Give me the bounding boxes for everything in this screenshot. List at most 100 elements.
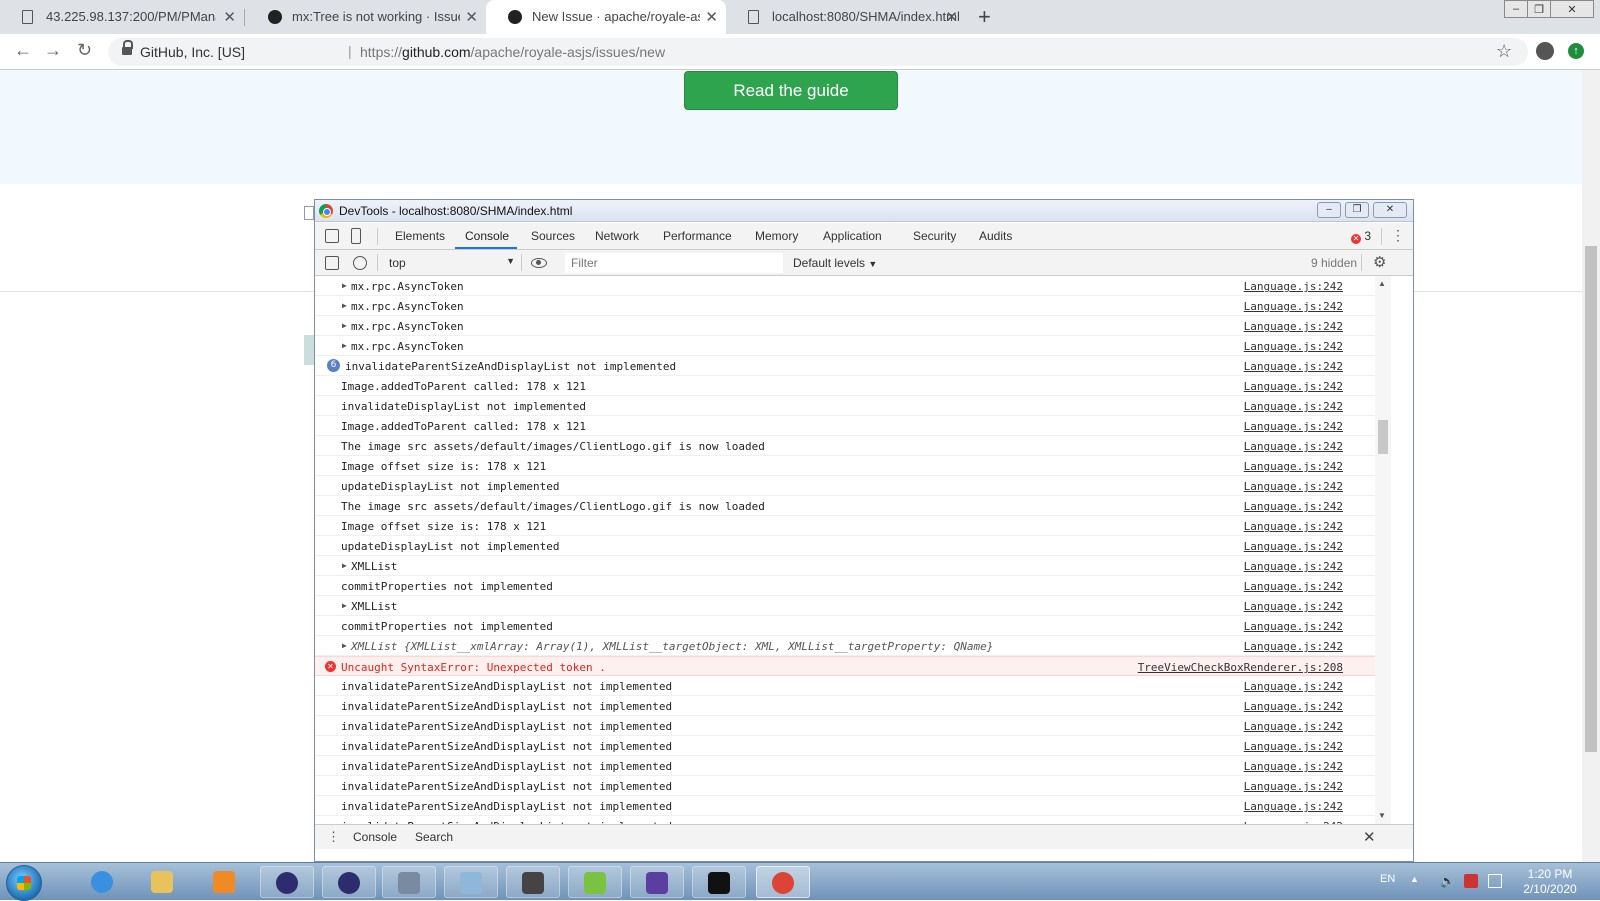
restore-button[interactable]: ❐ bbox=[1527, 0, 1551, 18]
console-scrollbar[interactable]: ▲ ▼ bbox=[1375, 276, 1391, 824]
source-link[interactable]: Language.js:242 bbox=[1244, 380, 1343, 393]
source-link[interactable]: Language.js:242 bbox=[1244, 360, 1343, 373]
source-link[interactable]: Language.js:242 bbox=[1244, 400, 1343, 413]
source-link[interactable]: Language.js:242 bbox=[1244, 760, 1343, 773]
taskbar-visual-studio-button[interactable] bbox=[630, 866, 684, 898]
console-message-row[interactable]: invalidateParentSizeAndDisplayList not i… bbox=[315, 676, 1375, 696]
log-levels-dropdown[interactable]: Default levels ▼ bbox=[793, 256, 877, 270]
flag-icon[interactable] bbox=[1464, 874, 1478, 888]
drawer-tab-console[interactable]: Console bbox=[353, 830, 397, 844]
update-icon[interactable]: ↑ bbox=[1568, 43, 1584, 59]
minimize-button[interactable]: – bbox=[1504, 0, 1528, 18]
more-options-icon[interactable]: ⋮ bbox=[1391, 227, 1405, 244]
console-settings-gear-icon[interactable]: ⚙ bbox=[1373, 253, 1386, 271]
new-tab-button[interactable]: + bbox=[978, 4, 991, 30]
console-error-row[interactable]: ✕ Uncaught SyntaxError: Unexpected token … bbox=[315, 656, 1375, 676]
console-message-row[interactable]: ▶ XMLList Language.js:242 bbox=[315, 596, 1375, 616]
network-icon[interactable] bbox=[1488, 874, 1502, 888]
expand-triangle-icon[interactable]: ▶ bbox=[342, 281, 347, 290]
source-link[interactable]: Language.js:242 bbox=[1244, 600, 1343, 613]
close-window-button[interactable]: ✕ bbox=[1550, 0, 1594, 18]
source-link[interactable]: Language.js:242 bbox=[1244, 720, 1343, 733]
console-message-row[interactable]: invalidateDisplayList not implemented Lan… bbox=[315, 396, 1375, 416]
source-link[interactable]: Language.js:242 bbox=[1244, 700, 1343, 713]
source-link[interactable]: Language.js:242 bbox=[1244, 520, 1343, 533]
expand-triangle-icon[interactable]: ▶ bbox=[342, 321, 347, 330]
browser-tab[interactable]: 43.225.98.137:200/PM/PManager ✕ bbox=[0, 0, 244, 34]
console-message-row[interactable]: ▶ mx.rpc.AsyncToken Language.js:242 bbox=[315, 316, 1375, 336]
tab-console[interactable]: Console bbox=[465, 229, 509, 243]
console-message-row[interactable]: Image.addedToParent called: 178 x 121 Lan… bbox=[315, 376, 1375, 396]
taskbar-media-player-button[interactable] bbox=[198, 866, 252, 898]
console-message-row[interactable]: updateDisplayList not implemented Languag… bbox=[315, 536, 1375, 556]
tab-application[interactable]: Application bbox=[823, 229, 882, 243]
inspect-element-icon[interactable] bbox=[325, 229, 339, 243]
source-link[interactable]: Language.js:242 bbox=[1244, 420, 1343, 433]
console-message-row[interactable]: ▶ mx.rpc.AsyncToken Language.js:242 bbox=[315, 276, 1375, 296]
expand-triangle-icon[interactable]: ▶ bbox=[342, 301, 347, 310]
tab-network[interactable]: Network bbox=[595, 229, 639, 243]
devtools-titlebar[interactable]: DevTools - localhost:8080/SHMA/index.htm… bbox=[315, 200, 1413, 222]
reload-icon[interactable]: ↻ bbox=[77, 40, 92, 61]
scroll-up-arrow-icon[interactable]: ▲ bbox=[1378, 279, 1386, 288]
expand-triangle-icon[interactable]: ▶ bbox=[342, 641, 347, 650]
browser-tab-active[interactable]: New Issue · apache/royale-asjs ✕ bbox=[486, 0, 726, 34]
console-message-row[interactable]: updateDisplayList not implemented Languag… bbox=[315, 476, 1375, 496]
source-link[interactable]: Language.js:242 bbox=[1244, 460, 1343, 473]
language-indicator[interactable]: EN bbox=[1380, 873, 1395, 885]
tab-memory[interactable]: Memory bbox=[755, 229, 798, 243]
system-clock[interactable]: 1:20 PM 2/10/2020 bbox=[1518, 867, 1582, 897]
forward-icon[interactable]: → bbox=[44, 40, 62, 61]
console-log[interactable]: ▶ mx.rpc.AsyncToken Language.js:242 ▶ mx.rpc… bbox=[315, 276, 1375, 824]
taskbar-database-tool-button[interactable] bbox=[382, 866, 436, 898]
drawer-tab-search[interactable]: Search bbox=[415, 830, 453, 844]
console-message-row[interactable]: invalidateParentSizeAndDisplayList not i… bbox=[315, 756, 1375, 776]
device-toolbar-icon[interactable] bbox=[351, 228, 361, 244]
tab-audits[interactable]: Audits bbox=[979, 229, 1012, 243]
source-link[interactable]: Language.js:242 bbox=[1244, 640, 1343, 653]
drawer-menu-icon[interactable]: ⋮ bbox=[327, 829, 340, 845]
taskbar-chart-tool-button[interactable] bbox=[568, 866, 622, 898]
console-message-row[interactable]: The image src assets/default/images/Clie… bbox=[315, 436, 1375, 456]
close-tab-icon[interactable]: ✕ bbox=[945, 8, 958, 26]
site-identity[interactable]: GitHub, Inc. [US] bbox=[140, 44, 245, 60]
source-link[interactable]: Language.js:242 bbox=[1244, 280, 1343, 293]
console-message-row[interactable]: ▶ mx.rpc.AsyncToken Language.js:242 bbox=[315, 296, 1375, 316]
console-scrollbar-thumb[interactable] bbox=[1378, 420, 1388, 454]
address-bar[interactable]: GitHub, Inc. [US] | https://github.com/a… bbox=[108, 38, 1528, 66]
console-message-row[interactable]: Image.addedToParent called: 178 x 121 Lan… bbox=[315, 416, 1375, 436]
back-icon[interactable]: ← bbox=[14, 40, 32, 61]
live-expression-eye-icon[interactable] bbox=[531, 258, 547, 268]
expand-triangle-icon[interactable]: ▶ bbox=[342, 601, 347, 610]
source-link[interactable]: TreeViewCheckBoxRenderer.js:208 bbox=[1138, 661, 1343, 674]
page-scrollbar-thumb[interactable] bbox=[1585, 246, 1597, 752]
read-the-guide-button[interactable]: Read the guide bbox=[684, 71, 898, 110]
taskbar-file-explorer-button[interactable] bbox=[136, 866, 190, 898]
source-link[interactable]: Language.js:242 bbox=[1244, 300, 1343, 313]
console-message-row[interactable]: 6 invalidateParentSizeAndDisplayList not … bbox=[315, 356, 1375, 376]
taskbar-internet-explorer-button[interactable] bbox=[76, 866, 130, 898]
profile-avatar-icon[interactable] bbox=[1536, 42, 1554, 60]
close-window-button[interactable]: ✕ bbox=[1373, 202, 1407, 218]
source-link[interactable]: Language.js:242 bbox=[1244, 560, 1343, 573]
console-filter-input[interactable] bbox=[565, 253, 783, 273]
expand-triangle-icon[interactable]: ▶ bbox=[342, 561, 347, 570]
tab-elements[interactable]: Elements bbox=[395, 229, 445, 243]
console-message-row[interactable]: ▶ mx.rpc.AsyncToken Language.js:242 bbox=[315, 336, 1375, 356]
source-link[interactable]: Language.js:242 bbox=[1244, 340, 1343, 353]
source-link[interactable]: Language.js:242 bbox=[1244, 500, 1343, 513]
source-link[interactable]: Language.js:242 bbox=[1244, 800, 1343, 813]
taskbar-eclipse-button[interactable] bbox=[322, 866, 376, 898]
source-link[interactable]: Language.js:242 bbox=[1244, 440, 1343, 453]
error-count-badge[interactable]: ✕ 3 bbox=[1351, 229, 1371, 244]
source-link[interactable]: Language.js:242 bbox=[1244, 320, 1343, 333]
clear-console-icon[interactable] bbox=[353, 256, 367, 270]
scroll-down-arrow-icon[interactable]: ▼ bbox=[1378, 811, 1386, 820]
console-message-row[interactable]: ▶ XMLList {XMLList__xmlArray: Array(1), X… bbox=[315, 636, 1375, 656]
expand-triangle-icon[interactable]: ▶ bbox=[342, 341, 347, 350]
show-hidden-icons-icon[interactable]: ▲ bbox=[1410, 874, 1424, 888]
close-drawer-icon[interactable]: ✕ bbox=[1363, 828, 1376, 846]
console-message-row[interactable]: commitProperties not implemented Language… bbox=[315, 616, 1375, 636]
taskbar-command-prompt-button[interactable] bbox=[692, 866, 746, 898]
context-selector[interactable]: top ▼ bbox=[389, 256, 515, 270]
